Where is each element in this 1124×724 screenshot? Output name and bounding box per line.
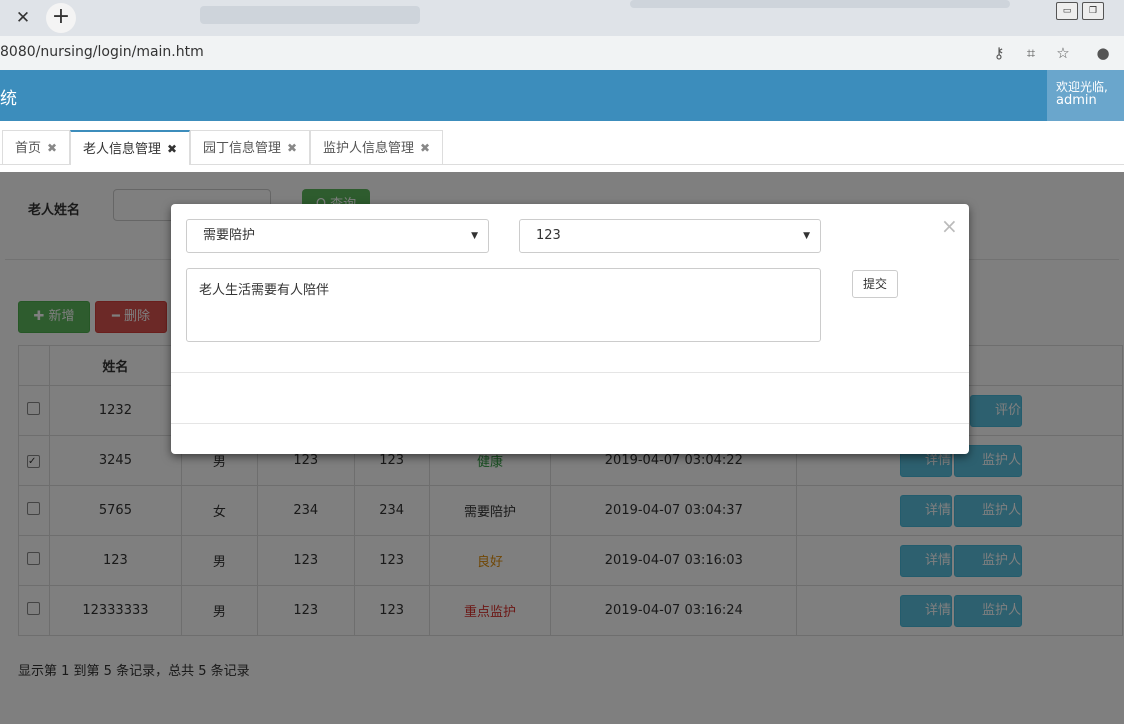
- tab-guardian-info[interactable]: 监护人信息管理 ✖: [310, 130, 444, 164]
- close-icon[interactable]: ✖: [287, 141, 297, 155]
- star-icon[interactable]: ☆: [1052, 42, 1074, 64]
- close-icon[interactable]: ✖: [167, 142, 177, 156]
- caret-down-icon: ▼: [803, 231, 810, 241]
- profile-icon[interactable]: ●: [1092, 42, 1114, 64]
- app-header: 统: [0, 70, 1124, 121]
- address-bar[interactable]: 8080/nursing/login/main.htm ⚷ ⌗ ☆ ●: [0, 36, 1124, 71]
- caret-down-icon: ▼: [471, 231, 478, 241]
- user-select[interactable]: 123 ▼: [519, 219, 821, 253]
- browser-tab-blurred[interactable]: [200, 6, 420, 24]
- submit-button[interactable]: 提交: [852, 270, 898, 298]
- modal-divider: [171, 423, 969, 424]
- username: admin: [1056, 93, 1097, 108]
- close-icon[interactable]: ×: [941, 216, 958, 236]
- tab-gardener-info[interactable]: 园丁信息管理 ✖: [190, 130, 311, 164]
- key-icon[interactable]: ⚷: [988, 42, 1010, 64]
- tab-home[interactable]: 首页 ✖: [2, 130, 71, 164]
- status-modal: × 需要陪护 ▼ 123 ▼ 老人生活需要有人陪伴 提交: [171, 204, 969, 454]
- remark-textarea[interactable]: 老人生活需要有人陪伴: [186, 268, 821, 342]
- translate-icon[interactable]: ⌗: [1020, 42, 1042, 64]
- status-select[interactable]: 需要陪护 ▼: [186, 219, 489, 253]
- url-text[interactable]: 8080/nursing/login/main.htm: [0, 44, 204, 60]
- user-menu[interactable]: 欢迎光临, admin: [1047, 70, 1124, 121]
- modal-divider: [171, 372, 969, 373]
- restore-icon[interactable]: ❐: [1082, 2, 1104, 20]
- minimize-icon[interactable]: ▭: [1056, 2, 1078, 20]
- new-tab-button[interactable]: +: [46, 3, 76, 33]
- page-tabs: 首页 ✖ 老人信息管理 ✖ 园丁信息管理 ✖ 监护人信息管理 ✖: [0, 128, 1124, 166]
- tab-elder-info[interactable]: 老人信息管理 ✖: [70, 130, 191, 166]
- close-icon[interactable]: ✖: [47, 141, 57, 155]
- app-title: 统: [0, 89, 17, 109]
- close-icon[interactable]: ✖: [420, 141, 430, 155]
- browser-tabstrip: ✕ + ▭ ❐: [0, 0, 1124, 36]
- close-tab-icon[interactable]: ✕: [10, 6, 36, 30]
- browser-tab-blurred[interactable]: [630, 0, 1010, 8]
